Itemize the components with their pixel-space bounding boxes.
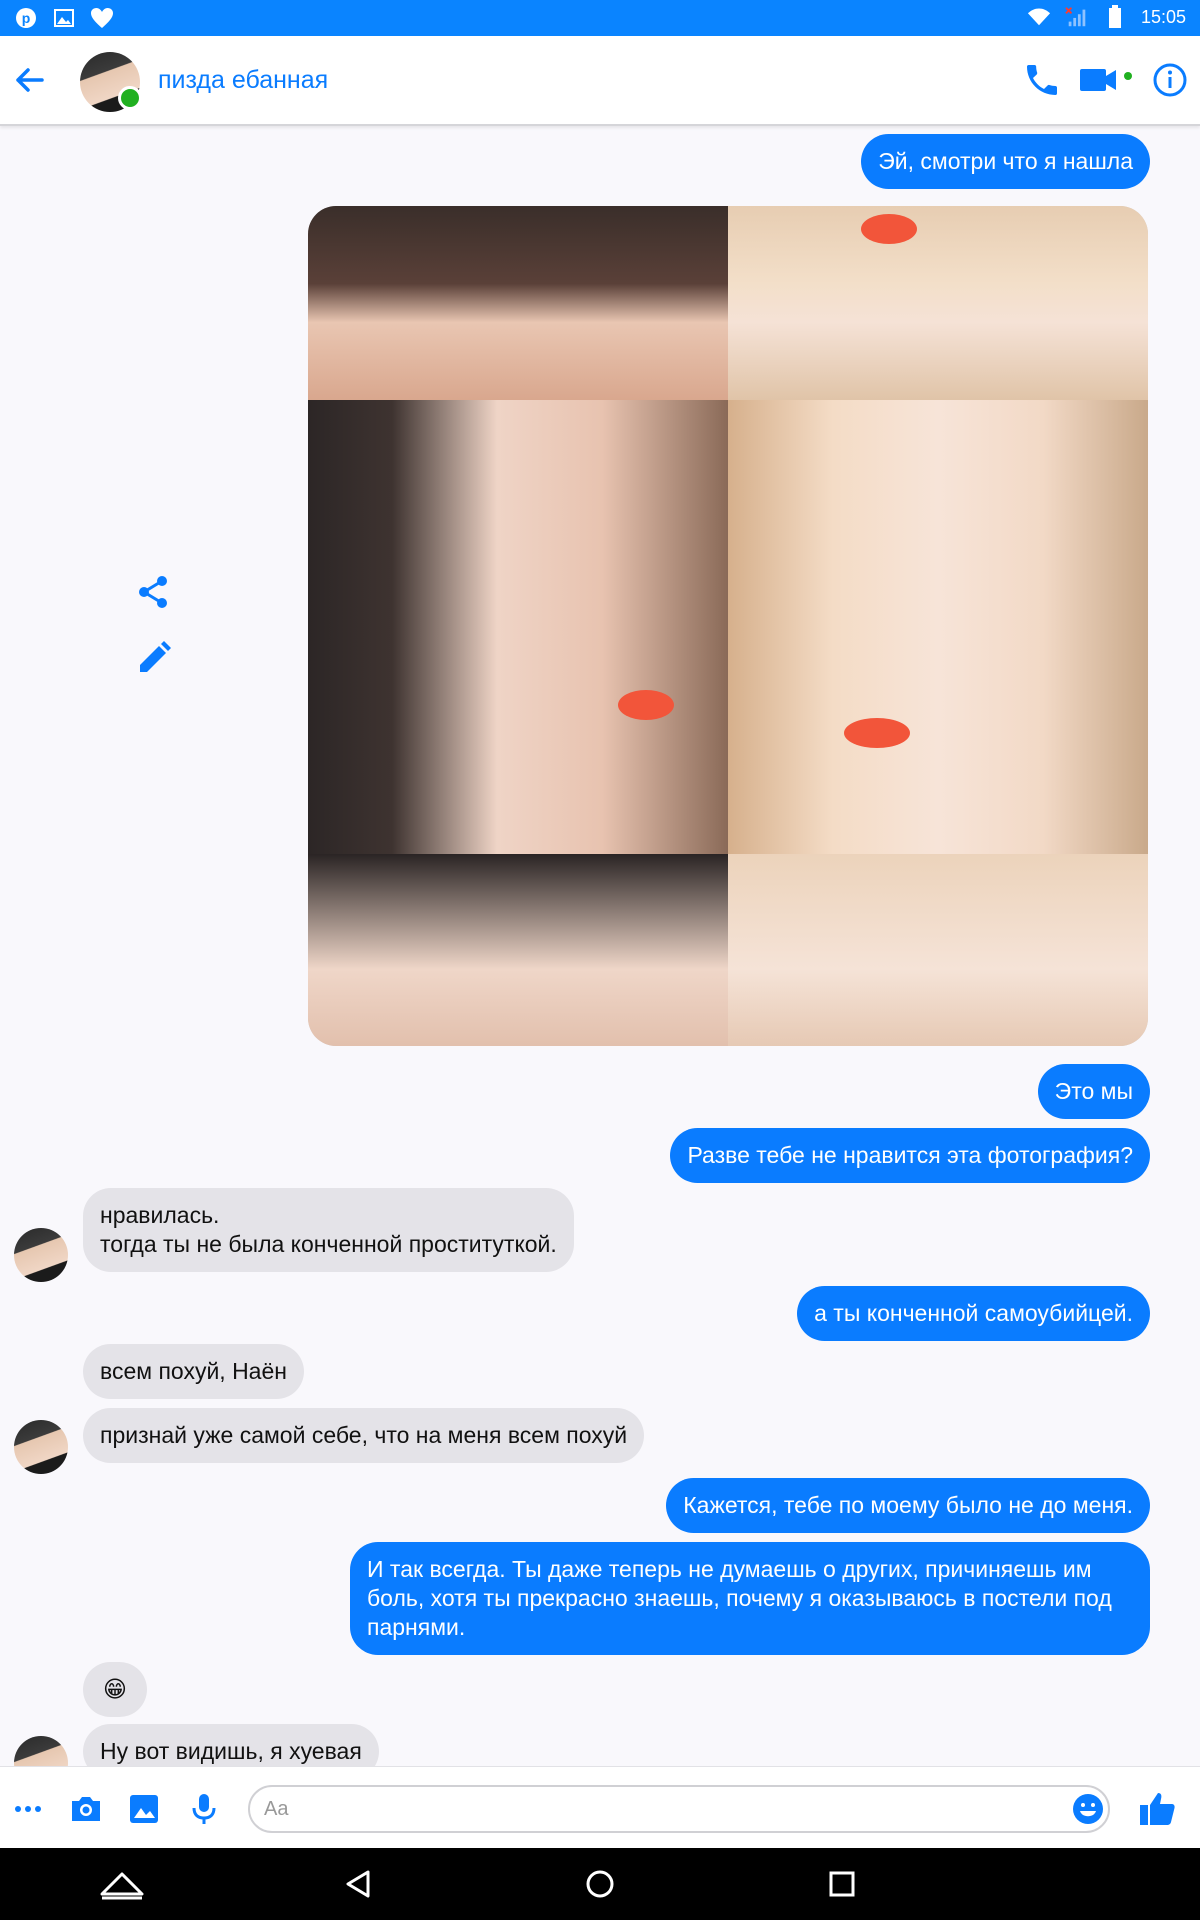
more-icon[interactable] [10,1791,46,1827]
message-outgoing[interactable]: Это мы [1037,1064,1150,1119]
message-composer: Aa [0,1766,1200,1849]
message-outgoing[interactable]: Разве тебе не нравится эта фотография? [670,1128,1150,1183]
system-nav-bar [0,1848,1200,1920]
message-incoming[interactable]: всем похуй, Наён [83,1344,304,1399]
info-icon[interactable] [1150,60,1190,100]
message-input-placeholder: Aa [264,1797,289,1820]
shared-photo[interactable] [308,206,1148,1046]
message-incoming[interactable]: признай уже самой себе, что на меня всем… [83,1408,645,1463]
conversation-header: пизда ебанная [0,36,1200,126]
edit-icon[interactable] [134,638,174,678]
message-outgoing[interactable]: Кажется, тебе по моему было не до меня. [666,1478,1150,1533]
online-indicator [118,86,142,110]
gallery-icon [52,6,76,30]
wifi-icon [1027,5,1051,29]
status-time: 15:05 [1140,6,1186,27]
message-outgoing[interactable]: И так всегда. Ты даже теперь не думаешь … [350,1542,1150,1655]
back-arrow-icon[interactable] [12,62,52,98]
nav-recents-icon[interactable] [820,1864,864,1904]
message-outgoing[interactable]: а ты конченной самоубийцей. [797,1286,1150,1341]
video-icon[interactable] [1078,60,1134,100]
message-incoming[interactable]: Ну вот видишь, я хуевая [83,1724,379,1766]
contact-avatar-small[interactable] [14,1736,68,1766]
image-icon[interactable] [126,1791,162,1827]
share-icon[interactable] [134,572,174,612]
heart-icon [90,6,114,30]
like-icon[interactable] [1138,1791,1175,1827]
nav-back-icon[interactable] [336,1864,380,1904]
camera-icon[interactable] [68,1791,104,1827]
signal-icon [1065,5,1089,29]
battery-icon [1103,5,1127,29]
phone-icon[interactable] [1022,60,1062,100]
contact-avatar-small[interactable] [14,1420,68,1474]
contact-avatar-small[interactable] [14,1228,68,1282]
mic-icon[interactable] [186,1791,222,1827]
status-bar: p 15:05 [0,0,1200,36]
svg-text:p: p [22,10,31,26]
message-list[interactable]: Эй, смотри что я нашла Это мы Разве тебе… [0,124,1200,1766]
message-incoming-emoji[interactable]: 😁 [83,1662,147,1717]
nav-up-icon[interactable] [100,1864,144,1904]
message-input[interactable]: Aa [248,1785,1110,1833]
contact-name[interactable]: пизда ебанная [158,66,328,95]
pinterest-icon: p [14,6,38,30]
nav-home-icon[interactable] [578,1864,622,1904]
emoji-icon[interactable] [1070,1791,1106,1827]
message-outgoing[interactable]: Эй, смотри что я нашла [861,134,1150,189]
message-incoming[interactable]: нравилась. тогда ты не была конченной пр… [83,1188,574,1272]
